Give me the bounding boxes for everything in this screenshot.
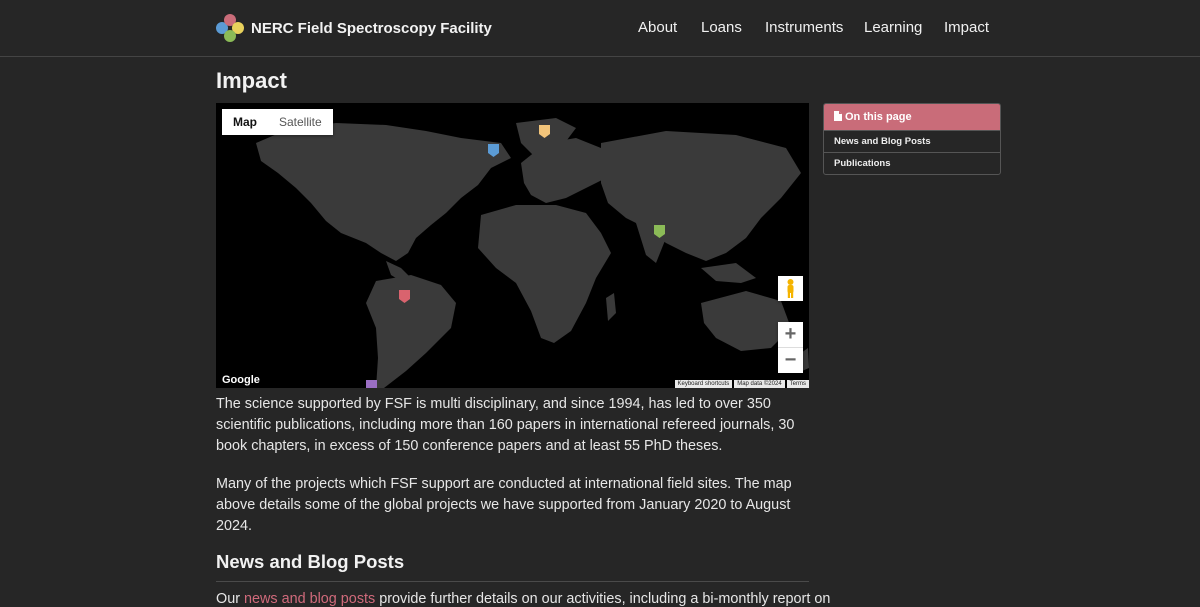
nav-impact[interactable]: Impact: [944, 19, 989, 36]
toc-item-news[interactable]: News and Blog Posts: [824, 130, 1000, 152]
keyboard-shortcuts-link[interactable]: Keyboard shortcuts: [674, 380, 733, 388]
street-view-pegman-icon[interactable]: [778, 276, 803, 301]
map-type-satellite-button[interactable]: Satellite: [268, 109, 333, 135]
map-type-control: Map Satellite: [222, 109, 333, 135]
project-marker-icon[interactable]: [399, 290, 410, 303]
nav-instruments[interactable]: Instruments: [765, 19, 843, 36]
terms-link[interactable]: Terms: [786, 380, 809, 388]
project-marker-icon[interactable]: [539, 125, 550, 138]
zoom-in-button[interactable]: +: [778, 322, 803, 347]
world-map-land: [256, 118, 809, 388]
page-title: Impact: [216, 68, 287, 93]
projects-map[interactable]: Map Satellite + − Google Keyboard shortc…: [216, 103, 809, 388]
project-marker-icon[interactable]: [654, 225, 665, 238]
project-marker-icon[interactable]: [366, 380, 377, 388]
news-paragraph: Our news and blog posts provide further …: [216, 591, 830, 607]
news-paragraph-prefix: Our: [216, 591, 244, 607]
map-type-map-button[interactable]: Map: [222, 109, 268, 135]
navbar: NERC Field Spectroscopy Facility About L…: [0, 0, 1200, 57]
main-nav: About Loans Instruments Learning Impact: [0, 19, 1200, 39]
toc-item-publications[interactable]: Publications: [824, 152, 1000, 174]
field-sites-paragraph: Many of the projects which FSF support a…: [216, 476, 792, 534]
nav-about[interactable]: About: [638, 19, 677, 36]
map-attribution: Keyboard shortcuts Map data ©2024 Terms: [674, 380, 809, 388]
document-icon: [834, 111, 842, 121]
on-this-page-panel: On this page News and Blog Posts Publica…: [823, 103, 1001, 175]
toc-header: On this page: [824, 104, 1000, 130]
zoom-control: + −: [778, 322, 803, 373]
toc-title: On this page: [845, 111, 912, 123]
map-data-label: Map data ©2024: [734, 380, 785, 388]
project-marker-icon[interactable]: [488, 144, 499, 157]
intro-paragraph: The science supported by FSF is multi di…: [216, 396, 795, 454]
nav-loans[interactable]: Loans: [701, 19, 742, 36]
zoom-out-button[interactable]: −: [778, 347, 803, 373]
nav-learning[interactable]: Learning: [864, 19, 922, 36]
section-divider: [216, 581, 809, 582]
news-heading: News and Blog Posts: [216, 551, 405, 572]
news-blog-link[interactable]: news and blog posts: [244, 591, 375, 607]
news-paragraph-suffix: provide further details on our activitie…: [375, 591, 831, 607]
google-logo: Google: [222, 374, 260, 386]
